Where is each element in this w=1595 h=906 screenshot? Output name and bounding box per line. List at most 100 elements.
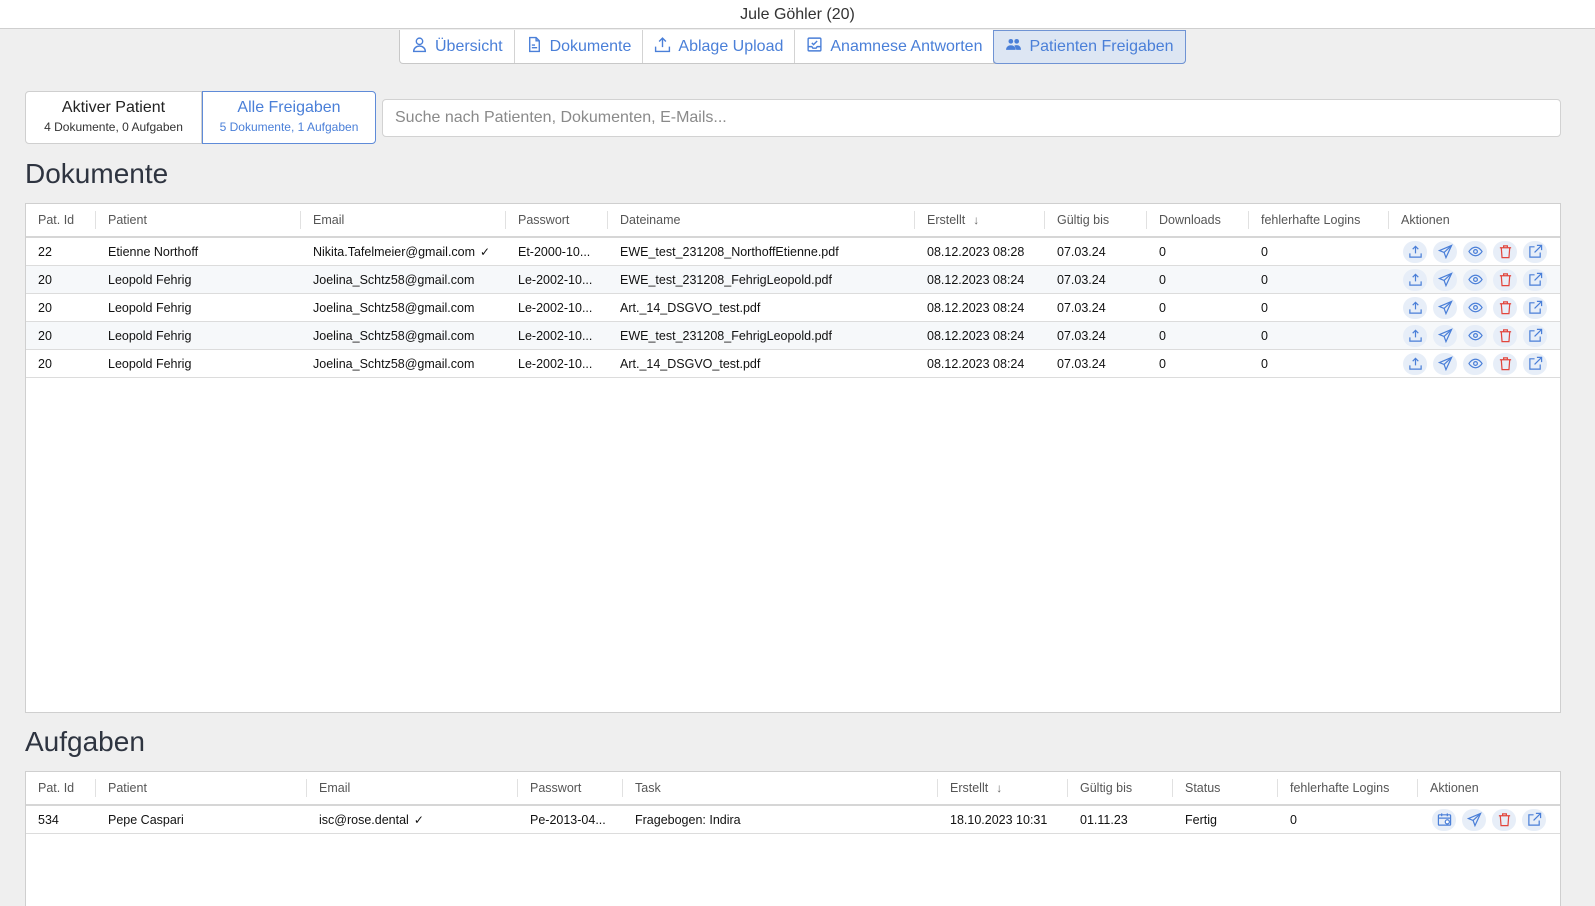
send-action-button[interactable] — [1433, 268, 1457, 291]
cell-pat-id-text: 20 — [38, 300, 52, 315]
trash-action-button[interactable] — [1493, 240, 1517, 263]
upload-action-button[interactable] — [1403, 240, 1427, 263]
send-action-button[interactable] — [1433, 240, 1457, 263]
upload-action-button[interactable] — [1403, 352, 1427, 375]
tasks-heading: Aufgaben — [25, 726, 145, 757]
external-link-action-button[interactable] — [1523, 268, 1547, 291]
cell-failed-logins: 0 — [1278, 813, 1418, 827]
col-downloads[interactable]: Downloads — [1147, 211, 1249, 229]
col-password[interactable]: Passwort — [506, 211, 608, 229]
cell-downloads: 0 — [1147, 245, 1249, 259]
eye-action-button[interactable] — [1463, 352, 1487, 375]
external-link-icon — [1528, 300, 1543, 315]
col-valid-until[interactable]: Gültig bis — [1045, 211, 1147, 229]
table-row[interactable]: 20 Leopold Fehrig Joelina_Schtz58@gmail.co… — [26, 266, 1560, 294]
external-link-action-button[interactable] — [1523, 240, 1547, 263]
table-row[interactable]: 534 Pepe Caspari isc@rose.dental ✓ Pe-2013-0… — [26, 806, 1560, 834]
cell-downloads: 0 — [1147, 357, 1249, 371]
send-action-button[interactable] — [1433, 324, 1457, 347]
send-action-button[interactable] — [1433, 296, 1457, 319]
tab-upload-storage[interactable]: Ablage Upload — [643, 30, 796, 63]
tab-overview[interactable]: Übersicht — [400, 30, 515, 63]
col-pat-id[interactable]: Pat. Id — [26, 211, 96, 229]
send-icon — [1466, 812, 1482, 827]
table-row[interactable]: 20 Leopold Fehrig Joelina_Schtz58@gmail.co… — [26, 294, 1560, 322]
col-created[interactable]: Erstellt ↓ — [938, 779, 1068, 797]
external-link-icon — [1528, 328, 1543, 343]
trash-action-button[interactable] — [1493, 352, 1517, 375]
upload-action-button[interactable] — [1403, 296, 1427, 319]
col-password[interactable]: Passwort — [518, 779, 623, 797]
trash-action-button[interactable] — [1493, 324, 1517, 347]
cell-password: Le-2002-10... — [506, 329, 608, 343]
send-action-button[interactable] — [1433, 352, 1457, 375]
all-shares-button[interactable]: Alle Freigaben 5 Dokumente, 1 Aufgaben — [202, 91, 376, 144]
col-status[interactable]: Status — [1173, 779, 1278, 797]
tab-documents[interactable]: Dokumente — [515, 30, 644, 63]
col-pat-id[interactable]: Pat. Id — [26, 779, 96, 797]
active-patient-button[interactable]: Aktiver Patient 4 Dokumente, 0 Aufgaben — [25, 91, 202, 144]
cell-downloads-text: 0 — [1159, 244, 1166, 259]
col-patient[interactable]: Patient — [96, 211, 301, 229]
col-failed-logins[interactable]: fehlerhafte Logins — [1278, 779, 1418, 797]
cell-valid-until-text: 07.03.24 — [1057, 356, 1106, 371]
col-created[interactable]: Erstellt ↓ — [915, 211, 1045, 229]
col-email[interactable]: Email — [307, 779, 518, 797]
send-icon — [1437, 244, 1453, 259]
col-created-label: Erstellt — [927, 213, 966, 227]
row-actions — [1418, 808, 1558, 831]
external-link-action-button[interactable] — [1523, 352, 1547, 375]
row-actions — [1389, 268, 1559, 291]
external-link-icon — [1527, 812, 1542, 827]
col-valid-until[interactable]: Gültig bis — [1068, 779, 1173, 797]
cell-filename-text: EWE_test_231208_NorthoffEtienne.pdf — [620, 244, 839, 259]
table-row[interactable]: 22 Etienne Northoff Nikita.Tafelmeier@gmai… — [26, 238, 1560, 266]
external-link-action-button[interactable] — [1523, 296, 1547, 319]
external-link-action-button[interactable] — [1523, 324, 1547, 347]
search-input[interactable] — [382, 99, 1561, 137]
trash-icon — [1498, 328, 1513, 343]
cell-filename-text: Art._14_DSGVO_test.pdf — [620, 300, 761, 315]
trash-action-button[interactable] — [1493, 296, 1517, 319]
external-link-action-button[interactable] — [1522, 808, 1546, 831]
col-filename[interactable]: Dateiname — [608, 211, 915, 229]
cell-failed-logins-text: 0 — [1261, 328, 1268, 343]
cell-email-text: Nikita.Tafelmeier@gmail.com — [313, 244, 476, 259]
cell-patient: Leopold Fehrig — [96, 357, 301, 371]
table-row[interactable]: 20 Leopold Fehrig Joelina_Schtz58@gmail.co… — [26, 350, 1560, 378]
sort-desc-icon: ↓ — [996, 781, 1003, 795]
col-task[interactable]: Task — [623, 779, 938, 797]
cell-filename: EWE_test_231208_FehrigLeopold.pdf — [608, 273, 915, 287]
cell-task: Fragebogen: Indira — [623, 813, 938, 827]
eye-action-button[interactable] — [1463, 268, 1487, 291]
tab-anamnesis-answers[interactable]: Anamnese Antworten — [795, 30, 995, 63]
cell-password: Le-2002-10... — [506, 301, 608, 315]
col-failed-logins[interactable]: fehlerhafte Logins — [1249, 211, 1389, 229]
cell-patient-text: Leopold Fehrig — [108, 300, 192, 315]
tasks-table-body: 534 Pepe Caspari isc@rose.dental ✓ Pe-2013-0… — [26, 806, 1560, 834]
trash-icon — [1498, 356, 1513, 371]
send-action-button[interactable] — [1462, 808, 1486, 831]
cell-password: Et-2000-10... — [506, 245, 608, 259]
upload-action-button[interactable] — [1403, 324, 1427, 347]
trash-action-button[interactable] — [1493, 268, 1517, 291]
trash-icon — [1497, 812, 1512, 827]
col-email[interactable]: Email — [301, 211, 506, 229]
calendar-action-button[interactable] — [1432, 808, 1456, 831]
cell-patient: Leopold Fehrig — [96, 329, 301, 343]
inbox-icon — [806, 36, 823, 58]
all-shares-title: Alle Freigaben — [237, 99, 341, 116]
eye-action-button[interactable] — [1463, 324, 1487, 347]
cell-filename: EWE_test_231208_FehrigLeopold.pdf — [608, 329, 915, 343]
tab-patient-shares[interactable]: Patienten Freigaben — [993, 30, 1186, 64]
cell-email-text: Joelina_Schtz58@gmail.com — [313, 272, 475, 287]
col-patient[interactable]: Patient — [96, 779, 307, 797]
trash-action-button[interactable] — [1492, 808, 1516, 831]
eye-action-button[interactable] — [1463, 240, 1487, 263]
upload-action-button[interactable] — [1403, 268, 1427, 291]
cell-email: Joelina_Schtz58@gmail.com — [301, 329, 506, 343]
table-row[interactable]: 20 Leopold Fehrig Joelina_Schtz58@gmail.co… — [26, 322, 1560, 350]
cell-email: Joelina_Schtz58@gmail.com — [301, 301, 506, 315]
verified-check-icon: ✓ — [480, 244, 491, 259]
eye-action-button[interactable] — [1463, 296, 1487, 319]
